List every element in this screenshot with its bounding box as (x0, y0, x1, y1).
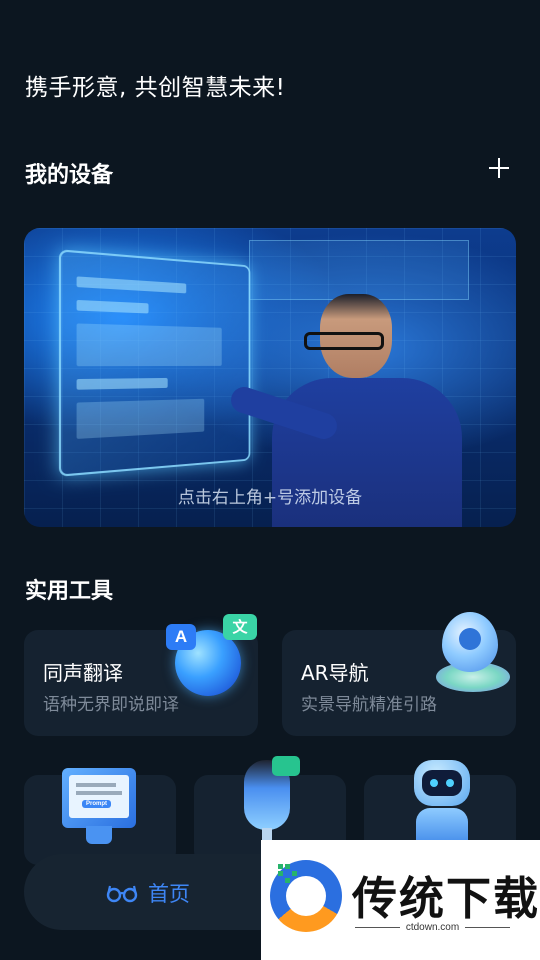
my-devices-title: 我的设备 (25, 163, 114, 188)
hologram-screen-illustration (58, 249, 251, 477)
watermark-brand-text: 传统下载 (352, 872, 540, 925)
robot-eye-left (430, 779, 438, 787)
smart-glasses-illustration (304, 332, 384, 350)
letter-a-badge-icon: A (166, 624, 196, 650)
ar-navigation-title: AR导航 (301, 661, 369, 685)
background-hologram-panel (249, 240, 469, 300)
ar-navigation-subtitle: 实景导航精准引路 (301, 695, 437, 715)
audio-wave-badge-icon (272, 756, 300, 776)
translate-tool-title: 同声翻译 (43, 661, 123, 685)
watermark-url: ctdown.com (355, 922, 511, 933)
tab-home[interactable]: 首页 (106, 878, 190, 908)
add-device-button[interactable] (486, 155, 512, 181)
device-banner[interactable]: 点击右上角+号添加设备 (24, 228, 516, 527)
tools-title: 实用工具 (25, 579, 114, 604)
tab-home-label: 首页 (148, 882, 190, 906)
greeting-text: 携手形意, 共创智慧未来! (25, 75, 286, 101)
robot-face-icon (422, 770, 462, 796)
location-pin-hole (459, 628, 481, 650)
watermark-dots-icon (278, 864, 300, 886)
monitor-stand-icon (86, 826, 112, 844)
robot-eye-right (446, 779, 454, 787)
add-device-hint: 点击右上角+号添加设备 (177, 488, 363, 508)
watermark-url-text: ctdown.com (405, 922, 460, 933)
prompt-monitor-icon: Prompt (62, 768, 136, 828)
translate-tool-subtitle: 语种无界即说即译 (43, 695, 179, 715)
chinese-char-badge-icon: 文 (223, 614, 257, 640)
glasses-icon (106, 885, 138, 903)
prompt-screen-label: Prompt (82, 800, 111, 808)
